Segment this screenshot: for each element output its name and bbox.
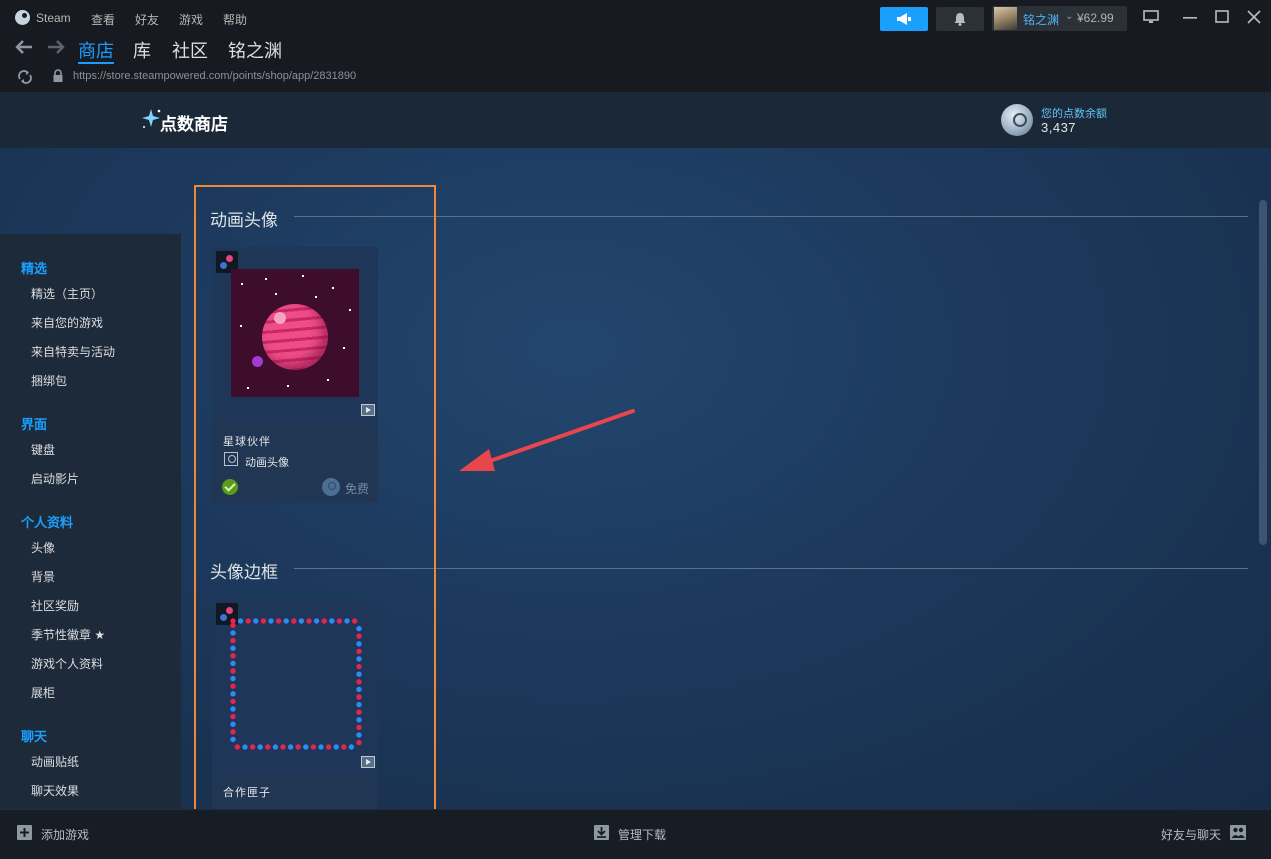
points-coin-icon [1001, 104, 1033, 136]
sidebar-heading-profile[interactable]: 个人资料 [21, 512, 73, 531]
main-content [0, 148, 1271, 809]
download-icon[interactable] [594, 825, 609, 840]
notifications-button[interactable] [936, 7, 984, 31]
menu-games[interactable]: 游戏 [179, 11, 203, 28]
minimize-icon[interactable] [1181, 9, 1199, 25]
bell-icon [954, 13, 966, 26]
footer-bar: 添加游戏 管理下载 好友与聊天 [0, 809, 1271, 859]
close-icon[interactable] [1245, 9, 1263, 25]
forward-arrow-icon[interactable] [46, 39, 66, 55]
sidebar-item-bundles[interactable]: 捆绑包 [31, 372, 67, 389]
avatar [994, 7, 1017, 30]
chevron-down-icon: ⌄ [1065, 11, 1074, 22]
announcements-button[interactable] [880, 7, 928, 31]
highlight-annotation [194, 185, 436, 828]
section-divider [294, 568, 1248, 569]
scrollbar[interactable] [1259, 200, 1267, 545]
sidebar-heading-interface[interactable]: 界面 [21, 414, 47, 433]
sidebar-item-from-your-games[interactable]: 来自您的游戏 [31, 314, 103, 331]
points-balance-value: 3,437 [1041, 120, 1077, 135]
sidebar-item-showcase[interactable]: 展柜 [31, 684, 55, 701]
add-icon[interactable] [17, 825, 32, 840]
tab-community[interactable]: 社区 [172, 37, 208, 63]
sidebar-item-game-profile[interactable]: 游戏个人资料 [31, 655, 103, 672]
sidebar: 精选 精选（主页） 来自您的游戏 来自特卖与活动 捆绑包 界面 键盘 启动影片 … [0, 234, 181, 809]
friends-icon[interactable] [1230, 825, 1246, 840]
add-game-button[interactable]: 添加游戏 [41, 826, 89, 843]
sidebar-item-keyboard[interactable]: 键盘 [31, 441, 55, 458]
monitor-icon[interactable] [1142, 9, 1160, 25]
sidebar-item-seasonal-badge[interactable]: 季节性徽章 ★ [31, 626, 105, 643]
title-bar: Steam 查看 好友 游戏 帮助 铭之渊 ⌄ ¥62.99 [0, 0, 1271, 36]
wallet-balance: ¥62.99 [1077, 11, 1114, 25]
navigation-bar: 商店 库 社区 铭之渊 https://store.steampowered.c… [0, 36, 1271, 92]
points-balance-label: 您的点数余额 [1041, 108, 1107, 120]
sidebar-item-community-awards[interactable]: 社区奖励 [31, 597, 79, 614]
menu-view[interactable]: 查看 [91, 11, 115, 28]
back-arrow-icon[interactable] [14, 39, 34, 55]
tab-profile[interactable]: 铭之渊 [228, 37, 282, 63]
section-divider [294, 216, 1248, 217]
menu-friends[interactable]: 好友 [135, 11, 159, 28]
points-shop-header: 点数商店 您的点数余额 3,437 [0, 92, 1271, 148]
menu-steam[interactable]: Steam [36, 11, 71, 25]
megaphone-icon [897, 13, 911, 25]
sidebar-item-avatar[interactable]: 头像 [31, 539, 55, 556]
friends-chat-button[interactable]: 好友与聊天 [1161, 826, 1221, 843]
lock-icon [53, 69, 63, 82]
sidebar-heading-featured[interactable]: 精选 [21, 258, 47, 277]
sidebar-item-animated-stickers[interactable]: 动画贴纸 [31, 753, 79, 770]
url-bar[interactable]: https://store.steampowered.com/points/sh… [73, 70, 356, 82]
menu-help[interactable]: 帮助 [223, 11, 247, 28]
sidebar-heading-chat[interactable]: 聊天 [21, 726, 47, 745]
maximize-icon[interactable] [1213, 9, 1231, 25]
account-menu-button[interactable]: 铭之渊 ⌄ ¥62.99 [992, 6, 1127, 31]
tab-library[interactable]: 库 [133, 37, 151, 63]
active-tab-indicator [78, 62, 114, 64]
account-name: 铭之渊 [1023, 13, 1060, 27]
arrow-annotation-icon [459, 409, 635, 471]
sidebar-item-chat-effects[interactable]: 聊天效果 [31, 782, 79, 799]
reload-icon[interactable] [17, 70, 33, 84]
manage-downloads-button[interactable]: 管理下载 [618, 826, 666, 843]
tab-store[interactable]: 商店 [78, 37, 114, 63]
sidebar-item-featured-home[interactable]: 精选（主页） [31, 285, 103, 302]
sidebar-item-startup-movie[interactable]: 启动影片 [31, 470, 79, 487]
points-shop-title: 点数商店 [160, 115, 228, 134]
sidebar-item-sales-events[interactable]: 来自特卖与活动 [31, 343, 115, 360]
sidebar-item-background[interactable]: 背景 [31, 568, 55, 585]
steam-logo-icon[interactable] [15, 10, 30, 25]
